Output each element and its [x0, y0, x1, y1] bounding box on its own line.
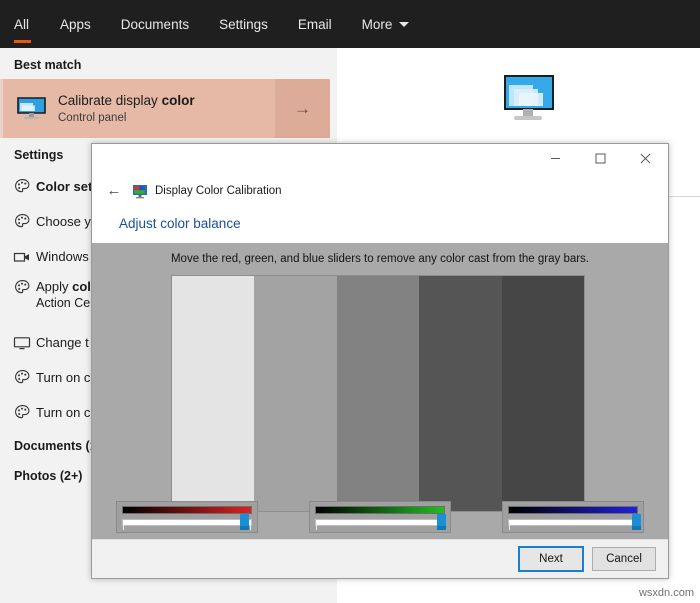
sidebar-item-label: Choose y — [36, 213, 91, 229]
sidebar-item-sublabel: Action Ce — [36, 296, 91, 310]
tab-apps-label: Apps — [60, 16, 91, 32]
red-slider[interactable] — [116, 501, 258, 533]
tab-all-label: All — [14, 16, 30, 32]
chevron-down-icon — [399, 21, 410, 27]
tab-settings-label: Settings — [219, 16, 268, 32]
blue-slider-track[interactable] — [508, 519, 638, 526]
green-slider-thumb[interactable] — [437, 514, 447, 530]
palette-icon — [8, 279, 36, 296]
blue-gradient-strip — [508, 506, 638, 514]
dialog-footer: Next Cancel — [92, 539, 668, 578]
green-tick-min — [316, 524, 317, 530]
palette-icon — [8, 178, 36, 195]
dialog-heading: Adjust color balance — [92, 207, 668, 243]
best-match-header: Best match — [14, 58, 82, 72]
best-match-subtitle: Control panel — [58, 111, 127, 124]
sidebar-item-label: Change t — [36, 334, 89, 350]
selection-accent-bar — [0, 79, 3, 138]
search-tabbar: All Apps Documents Settings Email More — [0, 0, 700, 48]
watermark: wsxdn.com — [638, 587, 694, 599]
palette-icon — [8, 369, 36, 386]
rgb-sliders-group — [116, 501, 644, 533]
tab-more[interactable]: More — [347, 0, 425, 48]
video-icon — [8, 250, 36, 264]
gray-bars-group — [171, 275, 585, 512]
next-button[interactable]: Next — [518, 546, 584, 572]
calibration-body: Move the red, green, and blue sliders to… — [92, 243, 668, 539]
green-slider-track[interactable] — [315, 519, 445, 526]
blue-slider-thumb[interactable] — [631, 514, 641, 530]
tab-all[interactable]: All — [0, 0, 45, 48]
cancel-button[interactable]: Cancel — [592, 547, 656, 571]
display-calibration-icon — [132, 183, 148, 199]
gray-bar-2 — [254, 276, 337, 511]
red-slider-thumb[interactable] — [240, 514, 250, 530]
gray-bar-1 — [172, 276, 255, 511]
maximize-icon[interactable] — [578, 144, 623, 173]
tab-more-label: More — [361, 16, 393, 32]
dialog-header: ← Display Color Calibration — [92, 174, 668, 207]
tab-email-label: Email — [297, 16, 332, 32]
gray-bar-4 — [419, 276, 502, 511]
sidebar-item-text: Apply col Action Ce — [36, 279, 91, 311]
tab-documents[interactable]: Documents — [106, 0, 204, 48]
red-tick-max — [250, 524, 251, 530]
sidebar-item-label: Turn on c — [36, 369, 91, 385]
blue-slider[interactable] — [502, 501, 644, 533]
red-gradient-strip — [122, 506, 252, 514]
best-match-title-bold: color — [161, 92, 195, 108]
monitor-icon — [12, 96, 52, 122]
green-slider[interactable] — [309, 501, 451, 533]
dialog-app-title: Display Color Calibration — [155, 184, 282, 197]
sidebar-item-label: Turn on c — [36, 404, 91, 420]
sidebar-item-label: Windows — [36, 248, 89, 264]
display-icon — [8, 336, 36, 350]
best-match-title-prefix: Calibrate display — [58, 92, 162, 108]
close-icon[interactable] — [623, 144, 668, 173]
blue-tick-min — [509, 524, 510, 530]
palette-icon — [8, 213, 36, 230]
green-gradient-strip — [315, 506, 445, 514]
gray-bar-3 — [336, 276, 420, 511]
red-slider-track[interactable] — [122, 519, 252, 526]
display-color-calibration-dialog: ← Display Color Calibration Adjust color… — [91, 143, 669, 579]
tab-email[interactable]: Email — [283, 0, 347, 48]
palette-icon — [8, 404, 36, 421]
minimize-icon[interactable] — [533, 144, 578, 173]
tab-documents-label: Documents — [120, 16, 190, 32]
gray-bar-5 — [501, 276, 585, 511]
instruction-text: Move the red, green, and blue sliders to… — [170, 253, 590, 265]
arrow-right-icon[interactable]: → — [275, 79, 330, 138]
best-match-title: Calibrate display color — [58, 92, 275, 109]
red-tick-min — [123, 524, 124, 530]
sidebar-item-label: Apply col — [36, 279, 91, 294]
monitor-large-icon — [497, 73, 559, 130]
tab-apps[interactable]: Apps — [45, 0, 106, 48]
sidebar-item-label: Color set — [36, 178, 93, 194]
dialog-heading-text: Adjust color balance — [119, 216, 241, 231]
tab-settings[interactable]: Settings — [204, 0, 283, 48]
tab-active-underline — [14, 40, 32, 43]
best-match-text: Calibrate display color Control panel — [58, 92, 275, 126]
dialog-titlebar[interactable] — [92, 144, 668, 174]
arrow-left-icon[interactable]: ← — [102, 179, 126, 203]
best-match-result[interactable]: Calibrate display color Control panel → — [0, 79, 330, 138]
